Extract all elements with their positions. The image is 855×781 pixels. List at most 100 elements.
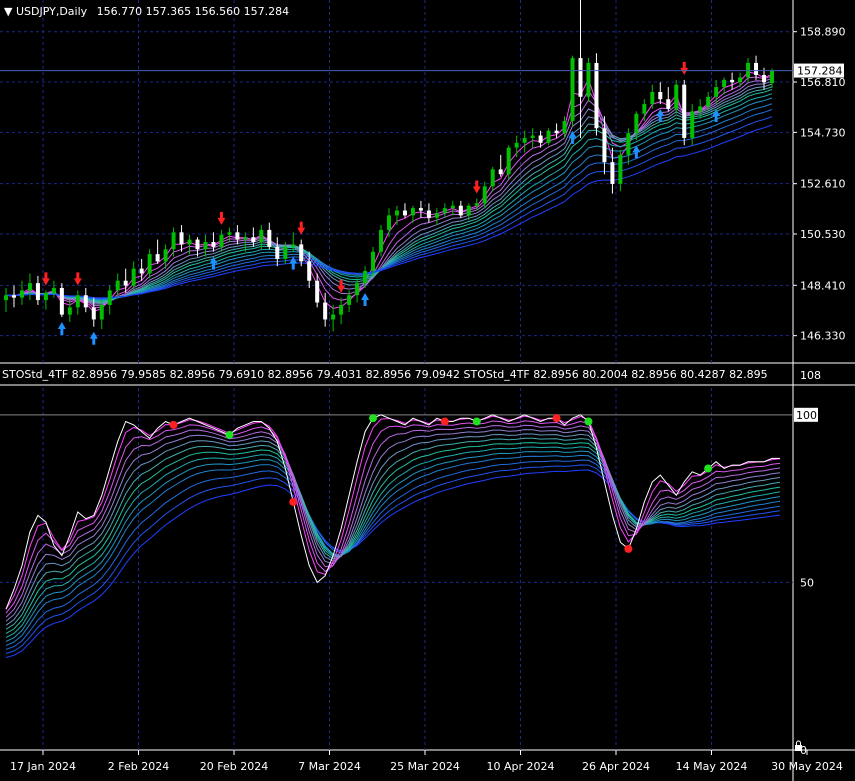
candle-body — [538, 135, 543, 143]
stoch-ribbon-line — [5, 433, 781, 626]
signal-dot — [289, 497, 298, 506]
candle-body — [562, 121, 567, 134]
candle-body — [379, 229, 384, 252]
candle — [259, 225, 264, 250]
candle-body — [243, 237, 248, 240]
candle — [83, 287, 88, 313]
candle-body — [394, 210, 399, 216]
candle — [4, 287, 8, 313]
candle — [267, 222, 272, 250]
candle-body — [626, 133, 631, 155]
candle-body — [530, 135, 535, 138]
candle-body — [235, 232, 240, 240]
candle-body — [482, 186, 487, 204]
candle-body — [91, 307, 96, 320]
ohlc-values: 156.770 157.365 156.560 157.284 — [96, 5, 290, 18]
candle-body — [618, 154, 623, 184]
price-tick-label: 158.890 — [800, 26, 846, 39]
stoch-ribbon-line — [5, 437, 781, 630]
candle — [442, 203, 447, 218]
ma-line — [5, 71, 773, 313]
down-arrow-icon — [297, 221, 306, 235]
candle-body — [522, 137, 527, 143]
candle — [530, 128, 535, 148]
price-tick-label: 148.410 — [800, 279, 846, 292]
candle-body — [347, 295, 352, 305]
candle-body — [363, 271, 368, 284]
level-tick-label: 108 — [800, 369, 821, 382]
candle-body — [466, 205, 471, 216]
candle-body — [275, 246, 280, 259]
candle-body — [35, 283, 40, 301]
up-arrow-icon — [89, 331, 98, 345]
candle-body — [450, 205, 455, 209]
indicator-header: STOStd_4TF 82.8956 79.9585 82.8956 79.69… — [2, 368, 768, 381]
candle-body — [4, 295, 8, 301]
candle — [59, 283, 64, 318]
ma-line — [5, 97, 773, 301]
candle — [482, 181, 487, 209]
candle — [315, 273, 320, 308]
candle-body — [219, 234, 224, 247]
candle-body — [11, 295, 16, 298]
candle-body — [434, 212, 439, 218]
candle — [179, 225, 184, 252]
ma-line — [5, 86, 773, 303]
candle-body — [163, 249, 168, 262]
candle-body — [586, 62, 591, 97]
candle-body — [442, 208, 447, 213]
candle-body — [690, 111, 695, 138]
candle-body — [99, 304, 104, 320]
candle — [722, 77, 727, 95]
candle — [730, 72, 735, 90]
collapse-triangle-icon[interactable]: ▼ — [4, 5, 12, 18]
candle — [498, 154, 503, 177]
candle — [658, 82, 663, 105]
stochastic-ribbon — [5, 415, 781, 658]
candle-body — [602, 128, 607, 163]
signal-dot — [169, 420, 178, 429]
candle-body — [594, 62, 599, 129]
candle-body — [650, 91, 655, 105]
candle-body — [75, 295, 80, 308]
candle-body — [155, 254, 160, 262]
candle — [570, 55, 575, 126]
candle-body — [203, 242, 208, 250]
down-arrow-icon — [73, 272, 82, 286]
candle — [203, 234, 208, 257]
candle-body — [402, 210, 407, 216]
candle-body — [498, 169, 503, 175]
candle-body — [27, 283, 32, 291]
candle — [19, 280, 24, 305]
candle-body — [458, 205, 463, 216]
candle — [402, 203, 407, 218]
candle — [171, 227, 176, 257]
candle — [522, 130, 527, 153]
candle-body — [227, 232, 232, 235]
candle — [331, 304, 336, 332]
candle-body — [514, 142, 519, 148]
ma-line — [5, 109, 773, 300]
time-label: 20 Feb 2024 — [200, 760, 268, 773]
candle-body — [67, 307, 72, 315]
signal-dot — [552, 414, 561, 423]
candle — [666, 87, 671, 112]
candle-body — [299, 244, 304, 262]
down-arrow-icon — [680, 61, 689, 75]
price-tick-label: 146.330 — [800, 330, 846, 343]
candle-body — [59, 287, 64, 315]
candle-body — [490, 169, 495, 187]
signal-dot — [624, 544, 633, 553]
candle-body — [107, 290, 112, 305]
candle-body — [706, 96, 711, 107]
candle-body — [187, 239, 192, 245]
candle-body — [307, 261, 312, 281]
candle — [554, 123, 559, 138]
signal-dot — [440, 417, 449, 426]
candle-body — [658, 91, 663, 100]
candle-body — [610, 162, 615, 184]
symbol-header: ▼ USDJPY,Daily 156.770 157.365 156.560 1… — [4, 5, 289, 18]
candle — [155, 239, 160, 264]
candle — [43, 290, 48, 310]
candle-body — [754, 62, 759, 76]
